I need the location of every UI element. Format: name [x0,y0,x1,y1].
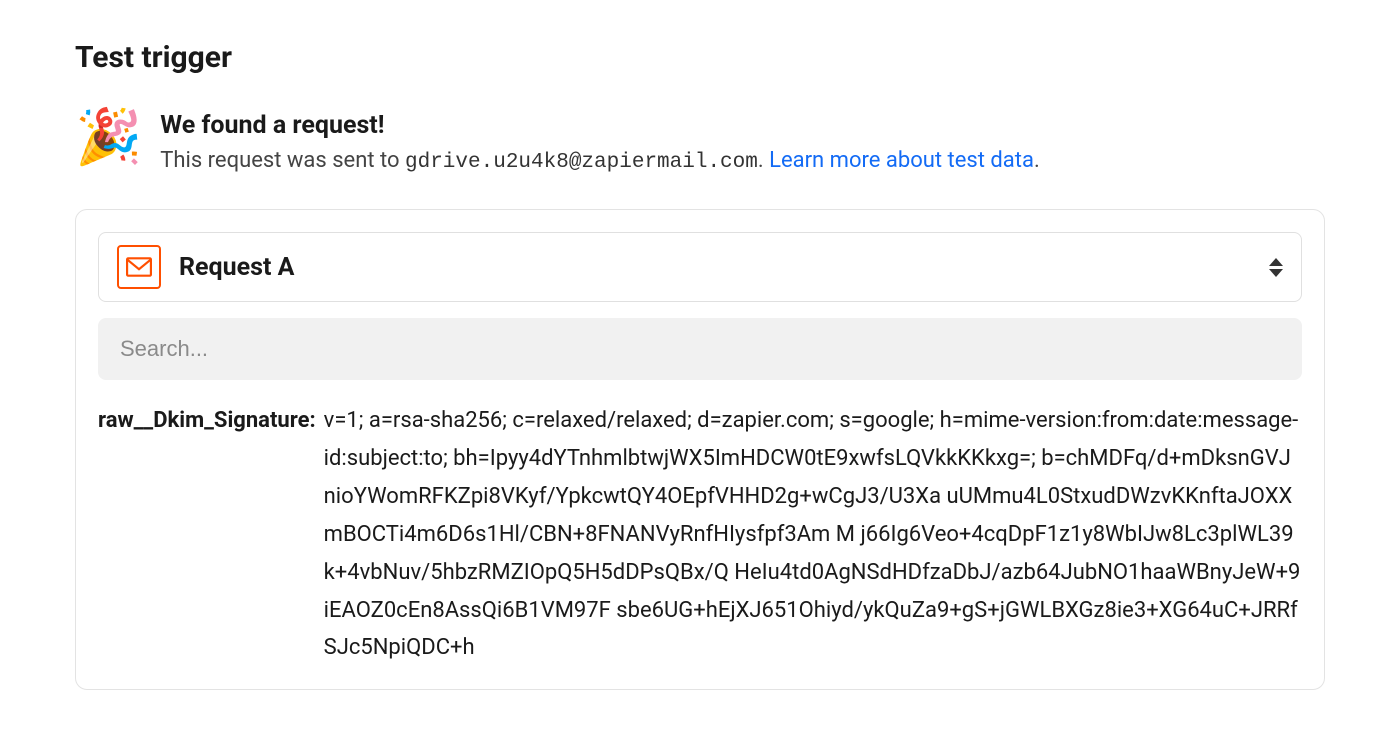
celebrate-icon: 🎉 [75,111,142,165]
found-subtitle-prefix: This request was sent to [160,148,405,173]
dropdown-label: Request A [179,253,1251,282]
page-title: Test trigger [75,40,1325,75]
found-request-banner: 🎉 We found a request! This request was s… [75,111,1325,177]
found-title: We found a request! [160,111,1325,140]
found-text-block: We found a request! This request was sen… [160,111,1325,177]
data-field-row: raw__Dkim_Signature: v=1; a=rsa-sha256; … [98,402,1302,667]
found-subtitle-suffix: . [758,148,769,173]
learn-more-link[interactable]: Learn more about test data [769,148,1034,173]
request-dropdown[interactable]: Request A [98,232,1302,302]
data-field-key: raw__Dkim_Signature: [98,402,324,440]
trailing-period: . [1034,148,1040,173]
search-input[interactable] [98,318,1302,380]
found-email: gdrive.u2u4k8@zapiermail.com [405,151,758,174]
mail-icon [117,245,161,289]
data-field-value: v=1; a=rsa-sha256; c=relaxed/relaxed; d=… [324,402,1302,667]
request-card: Request A raw__Dkim_Signature: v=1; a=rs… [75,209,1325,690]
found-subtitle: This request was sent to gdrive.u2u4k8@z… [160,146,1325,177]
sort-icon [1269,258,1283,277]
